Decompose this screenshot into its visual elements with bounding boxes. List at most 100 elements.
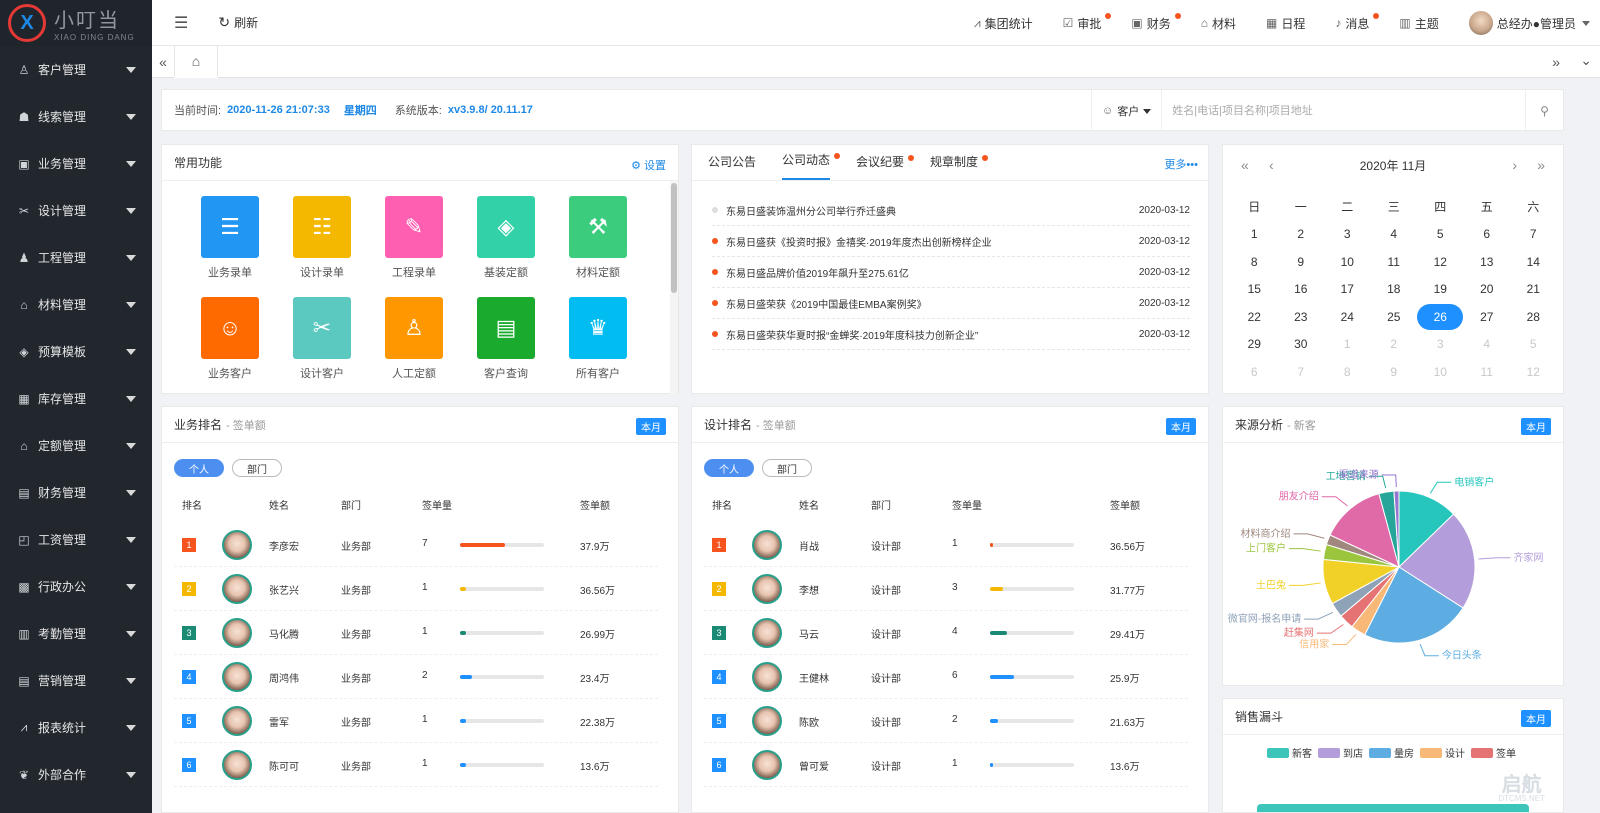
table-row[interactable]: 1 李彦宏 业务部 7 37.9万 bbox=[174, 523, 658, 567]
calendar-day[interactable]: 10 bbox=[1324, 248, 1371, 276]
topbar-item[interactable]: ♪ 消息 bbox=[1335, 12, 1380, 32]
table-row[interactable]: 2 张艺兴 业务部 1 36.56万 bbox=[174, 567, 658, 611]
tabs-scroll-right-icon[interactable]: » bbox=[1552, 54, 1560, 70]
calendar-day[interactable]: 9 bbox=[1371, 358, 1418, 386]
scrollbar-thumb[interactable] bbox=[671, 183, 677, 293]
calendar-day[interactable]: 20 bbox=[1464, 276, 1511, 304]
search-input[interactable] bbox=[1162, 96, 1525, 126]
sidebar-item[interactable]: ⌂ 定额管理 bbox=[0, 422, 152, 469]
sidebar-item[interactable]: ✂ 设计管理 bbox=[0, 187, 152, 234]
topbar-item[interactable]: ⌂ 材料 bbox=[1201, 15, 1236, 32]
table-row[interactable]: 3 马云 设计部 4 29.41万 bbox=[704, 611, 1188, 655]
user-menu[interactable]: 总经办●管理员 bbox=[1468, 11, 1590, 35]
sidebar-item[interactable]: ♟ 工程管理 bbox=[0, 234, 152, 281]
search-button[interactable]: ⚲ bbox=[1525, 90, 1563, 132]
sidebar-item[interactable]: ⌂ 材料管理 bbox=[0, 281, 152, 328]
month-badge[interactable]: 本月 bbox=[1166, 418, 1196, 435]
calendar-day[interactable]: 2 bbox=[1278, 221, 1325, 249]
scrollbar[interactable] bbox=[670, 181, 678, 394]
news-item[interactable]: 东易日盛装饰温州分公司举行乔迁盛典 2020-03-12 bbox=[712, 195, 1190, 226]
sidebar-item[interactable]: ▣ 业务管理 bbox=[0, 140, 152, 187]
table-row[interactable]: 1 肖战 设计部 1 36.56万 bbox=[704, 523, 1188, 567]
tabs-more-icon[interactable]: ⌄ bbox=[1580, 52, 1592, 69]
month-badge[interactable]: 本月 bbox=[636, 418, 666, 435]
sidebar-item[interactable]: ❦ 外部合作 bbox=[0, 751, 152, 798]
legend-item[interactable]: 设计 bbox=[1420, 745, 1465, 760]
search-type-select[interactable]: ☺ 客户 bbox=[1092, 90, 1163, 132]
table-row[interactable]: 5 雷军 业务部 1 22.38万 bbox=[174, 699, 658, 743]
calendar-day[interactable]: 22 bbox=[1231, 303, 1278, 331]
calendar-day[interactable]: 11 bbox=[1464, 358, 1511, 386]
table-row[interactable]: 6 曾可爱 设计部 1 13.6万 bbox=[704, 743, 1188, 787]
prev-year-icon[interactable]: « bbox=[1241, 157, 1249, 173]
calendar-day[interactable]: 12 bbox=[1510, 358, 1557, 386]
sidebar-item[interactable]: ▩ 行政办公 bbox=[0, 563, 152, 610]
legend-item[interactable]: 新客 bbox=[1267, 745, 1312, 760]
prev-month-icon[interactable]: ‹ bbox=[1269, 157, 1274, 173]
tabs-scroll-left-icon[interactable]: « bbox=[152, 54, 174, 70]
news-item[interactable]: 东易日盛获《投资时报》金禧奖·2019年度杰出创新榜样企业 2020-03-12 bbox=[712, 226, 1190, 257]
news-tab[interactable]: 规章制度 bbox=[930, 153, 989, 180]
calendar-day[interactable]: 17 bbox=[1324, 276, 1371, 304]
function-item[interactable]: ✎ 工程录单 bbox=[368, 196, 460, 280]
pill-department[interactable]: 部门 bbox=[762, 459, 812, 477]
topbar-item[interactable]: ▥ 主题 bbox=[1399, 15, 1438, 32]
sidebar-item[interactable]: ▥ 考勤管理 bbox=[0, 610, 152, 657]
function-item[interactable]: ◈ 基装定额 bbox=[460, 196, 552, 280]
calendar-day[interactable]: 13 bbox=[1464, 248, 1511, 276]
sidebar-item[interactable]: ◰ 工资管理 bbox=[0, 516, 152, 563]
legend-item[interactable]: 量房 bbox=[1369, 745, 1414, 760]
calendar-today[interactable]: 26 bbox=[1417, 303, 1464, 331]
news-tab[interactable]: 会议纪要 bbox=[856, 153, 915, 180]
calendar-day[interactable]: 14 bbox=[1510, 248, 1557, 276]
calendar-day[interactable]: 25 bbox=[1371, 303, 1418, 331]
function-item[interactable]: ☰ 业务录单 bbox=[184, 196, 276, 280]
calendar-day[interactable]: 9 bbox=[1278, 248, 1325, 276]
calendar-day[interactable]: 1 bbox=[1324, 331, 1371, 359]
calendar-day[interactable]: 8 bbox=[1324, 358, 1371, 386]
month-badge[interactable]: 本月 bbox=[1521, 710, 1551, 727]
calendar-day[interactable]: 23 bbox=[1278, 303, 1325, 331]
home-tab[interactable]: ⌂ bbox=[174, 45, 218, 78]
legend-item[interactable]: 签单 bbox=[1471, 745, 1516, 760]
calendar-day[interactable]: 6 bbox=[1464, 221, 1511, 249]
sidebar-item[interactable]: ♙ 客户管理 bbox=[0, 46, 152, 93]
calendar-day[interactable]: 3 bbox=[1324, 221, 1371, 249]
news-item[interactable]: 东易日盛荣获华夏时报“金蝉奖·2019年度科技力创新企业” 2020-03-12 bbox=[712, 319, 1190, 350]
calendar-day[interactable]: 11 bbox=[1371, 248, 1418, 276]
news-item[interactable]: 东易日盛荣获《2019中国最佳EMBA案例奖》 2020-03-12 bbox=[712, 288, 1190, 319]
calendar-day[interactable]: 18 bbox=[1371, 276, 1418, 304]
calendar-day[interactable]: 4 bbox=[1464, 331, 1511, 359]
calendar-day[interactable]: 29 bbox=[1231, 331, 1278, 359]
menu-toggle-icon[interactable]: ☰ bbox=[174, 13, 188, 33]
calendar-day[interactable]: 30 bbox=[1278, 331, 1325, 359]
calendar-day[interactable]: 10 bbox=[1417, 358, 1464, 386]
pill-department[interactable]: 部门 bbox=[232, 459, 282, 477]
legend-item[interactable]: 到店 bbox=[1318, 745, 1363, 760]
table-row[interactable]: 5 陈欧 设计部 2 21.63万 bbox=[704, 699, 1188, 743]
news-item[interactable]: 东易日盛品牌价值2019年飙升至275.61亿 2020-03-12 bbox=[712, 257, 1190, 288]
logo[interactable]: X 小叮当 XIAO DING DANG bbox=[0, 0, 152, 46]
calendar-day[interactable]: 8 bbox=[1231, 248, 1278, 276]
table-row[interactable]: 2 李想 设计部 3 31.77万 bbox=[704, 567, 1188, 611]
function-item[interactable]: ☺ 业务客户 bbox=[184, 297, 276, 381]
pill-personal[interactable]: 个人 bbox=[704, 459, 754, 477]
table-row[interactable]: 4 王健林 设计部 6 25.9万 bbox=[704, 655, 1188, 699]
calendar-day[interactable]: 12 bbox=[1417, 248, 1464, 276]
news-tab[interactable]: 公司公告 bbox=[708, 153, 756, 180]
calendar-day[interactable]: 7 bbox=[1278, 358, 1325, 386]
calendar-day[interactable]: 4 bbox=[1371, 221, 1418, 249]
function-item[interactable]: ☷ 设计录单 bbox=[276, 196, 368, 280]
sidebar-item[interactable]: ▦ 库存管理 bbox=[0, 375, 152, 422]
calendar-day[interactable]: 3 bbox=[1417, 331, 1464, 359]
refresh-button[interactable]: ↻ 刷新 bbox=[218, 14, 258, 31]
topbar-item[interactable]: ⩘ 集团统计 bbox=[974, 15, 1033, 32]
calendar-day[interactable]: 27 bbox=[1464, 303, 1511, 331]
table-row[interactable]: 6 陈可可 业务部 1 13.6万 bbox=[174, 743, 658, 787]
calendar-day[interactable]: 15 bbox=[1231, 276, 1278, 304]
month-badge[interactable]: 本月 bbox=[1521, 418, 1551, 435]
settings-link[interactable]: ⚙ 设置 bbox=[631, 157, 666, 173]
calendar-day[interactable]: 5 bbox=[1510, 331, 1557, 359]
more-link[interactable]: 更多••• bbox=[1164, 156, 1198, 172]
calendar-day[interactable]: 1 bbox=[1231, 221, 1278, 249]
